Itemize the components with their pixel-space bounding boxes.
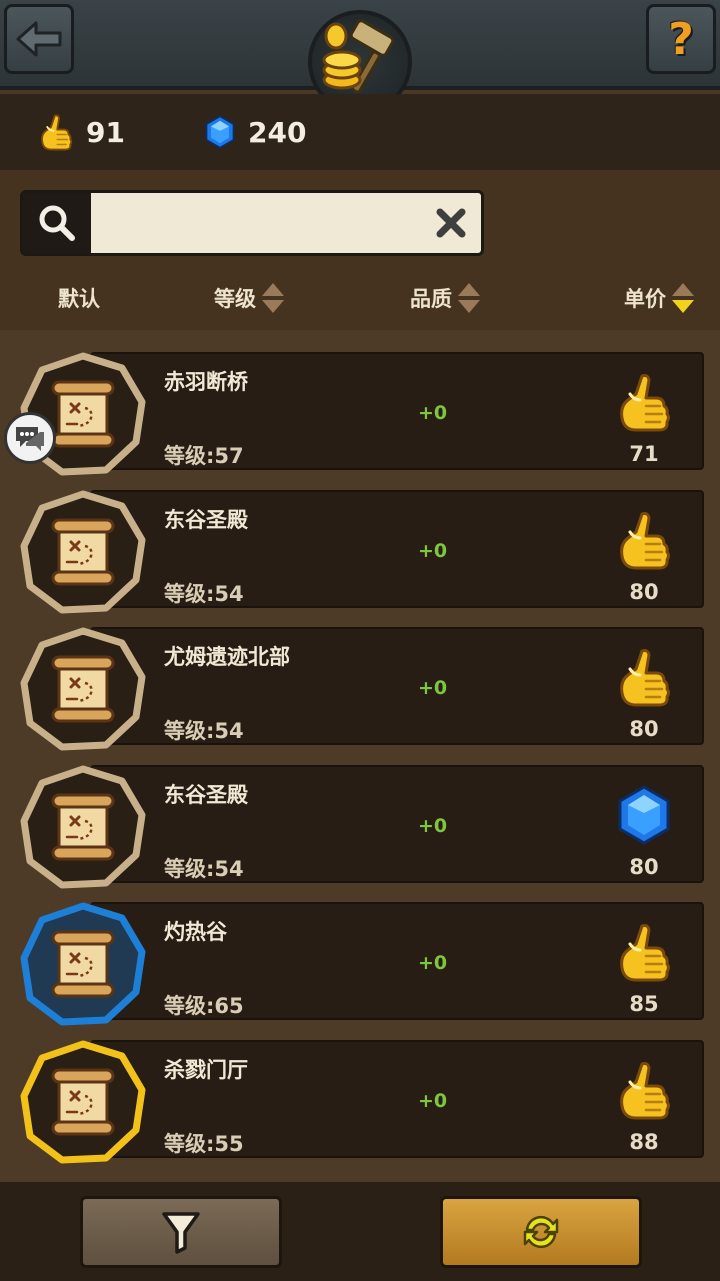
item-bonus: +0 [418,952,448,974]
gold-hand-icon [612,370,676,434]
item-name: 杀戮门厅 [164,1057,248,1082]
item-price: 80 [629,717,659,741]
gold-hand-icon [612,645,676,709]
item-name: 东谷圣殿 [164,507,248,532]
chat-icon [16,427,44,451]
filter-area: 默认 等级 品质 单价 [0,170,720,330]
item-price: 80 [629,854,659,879]
item-name: 东谷圣殿 [164,782,248,807]
list-item[interactable]: 东谷圣殿 等级:54 +0 80 [0,468,720,613]
refresh-button[interactable] [440,1196,642,1268]
item-bonus: +0 [418,402,448,424]
bottom-bar [0,1182,720,1281]
item-level: 等级:54 [164,581,244,606]
chat-button[interactable] [4,412,56,464]
item-level: 等级:55 [164,1131,244,1156]
item-level: 等级:54 [164,856,244,881]
gem-amount: 240 [248,115,307,149]
sort-quality-label: 品质 [410,287,452,311]
list-item[interactable]: 赤羽断桥 等级:57 +0 71 [0,330,720,476]
close-icon [436,208,466,238]
item-name: 赤羽断桥 [164,370,248,394]
sort-row: 默认 等级 品质 单价 [0,274,720,320]
auction-list[interactable]: 赤羽断桥 等级:57 +0 71 东谷圣殿 等级:54 +0 80 尤姆遗迹北部… [0,330,720,1182]
list-item[interactable]: 东谷圣殿 等级:54 +0 80 [0,743,720,888]
item-level: 等级:65 [164,994,244,1018]
filter-button[interactable] [80,1196,282,1268]
list-item[interactable]: 灼热谷 等级:65 +0 85 [0,880,720,1026]
blue-gem-icon [202,114,238,150]
clear-search-button[interactable] [431,203,471,243]
item-price: 88 [629,1129,659,1154]
help-label: ? [668,13,694,65]
gold-hand-icon [612,920,676,984]
item-price: 85 [629,992,659,1016]
help-button[interactable]: ? [646,4,716,74]
item-name: 灼热谷 [164,920,227,944]
sort-default-label: 默认 [58,287,100,311]
sort-quality[interactable]: 品质 [410,278,482,318]
item-level: 等级:57 [164,444,244,468]
item-price: 71 [629,442,659,466]
list-item[interactable]: 杀戮门厅 等级:55 +0 88 [0,1018,720,1163]
search-button[interactable] [23,193,91,253]
map-scroll-icon [20,765,146,888]
gem-balance: 240 [202,112,306,152]
item-bonus: +0 [418,814,448,837]
item-name: 尤姆遗迹北部 [164,645,290,669]
list-item[interactable]: 尤姆遗迹北部 等级:54 +0 80 [0,605,720,751]
sort-price-label: 单价 [624,287,666,311]
back-button[interactable] [4,4,74,74]
blue-gem-icon [612,783,676,847]
search-box [20,190,484,256]
gold-hand-icon [612,508,676,572]
search-input[interactable] [99,201,429,245]
item-bonus: +0 [418,1089,448,1112]
sort-arrows-active-icon [672,283,694,313]
item-price: 80 [629,579,659,604]
sort-level[interactable]: 等级 [214,278,286,318]
map-scroll-icon [20,490,146,613]
sort-price[interactable]: 单价 [624,278,696,318]
sort-default[interactable]: 默认 [58,278,100,318]
map-scroll-icon [20,627,146,751]
item-bonus: +0 [418,539,448,562]
funnel-icon [162,1212,200,1254]
item-bonus: +0 [418,677,448,699]
item-level: 等级:54 [164,719,244,743]
gold-hand-icon [36,112,76,152]
gold-amount: 91 [86,115,125,149]
refresh-arrows-icon [523,1215,559,1249]
arrow-left-icon [16,21,62,57]
sort-arrows-icon [262,283,284,313]
gold-balance: 91 [36,112,125,152]
currency-bar: 91 240 [0,94,720,170]
sort-level-label: 等级 [214,287,256,311]
sort-arrows-icon [458,283,480,313]
search-icon [39,205,75,241]
map-scroll-icon [20,902,146,1026]
gold-hand-icon [612,1058,676,1122]
map-scroll-icon [20,1040,146,1163]
